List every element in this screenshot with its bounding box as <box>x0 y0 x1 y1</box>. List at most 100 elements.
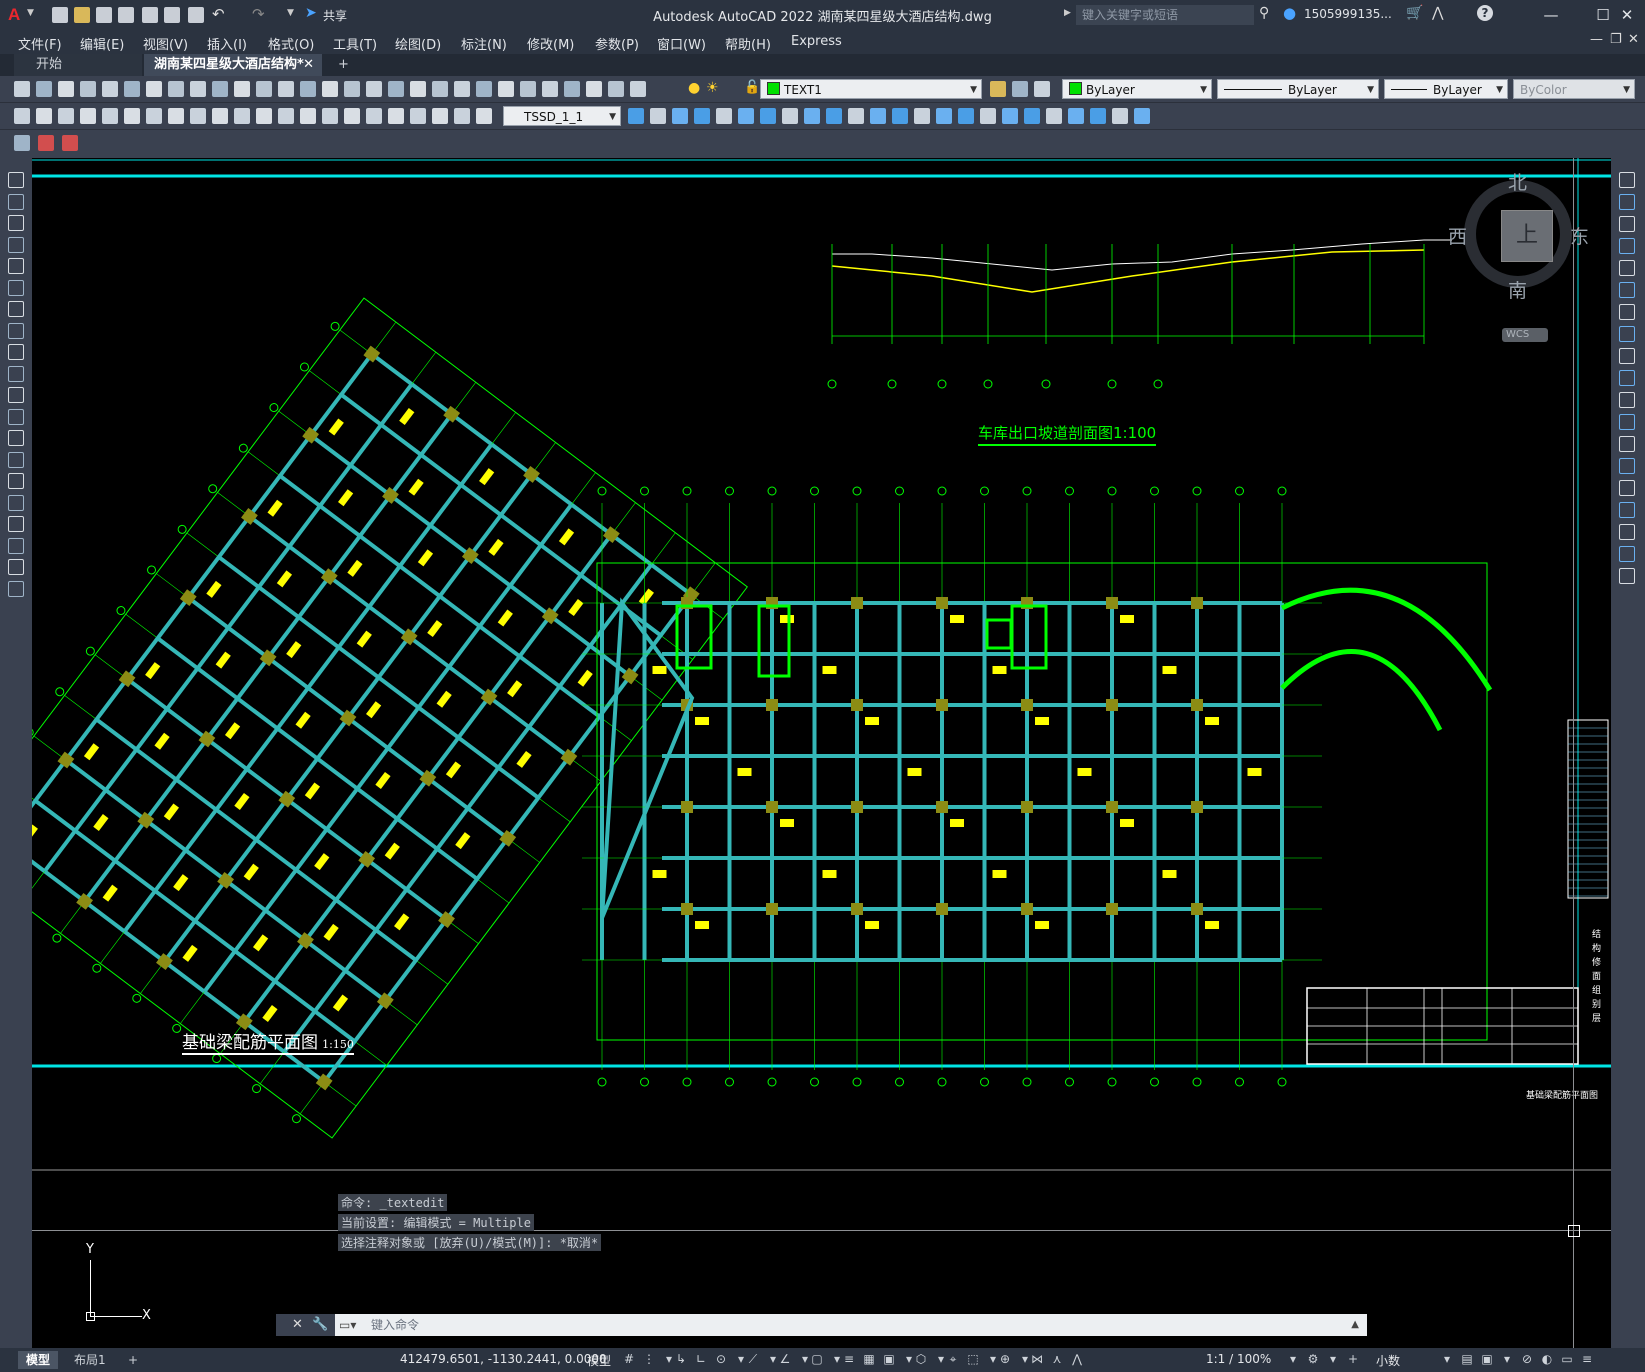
modify-tool-icon[interactable] <box>1619 524 1635 540</box>
dimstyle-dropdown[interactable]: TSSD_1_1 ▼ <box>503 106 621 126</box>
status-toggle-icon[interactable]: ≡ <box>842 1352 856 1366</box>
status-toggle-icon[interactable]: ⋈ <box>1030 1352 1044 1366</box>
draw-tool-icon[interactable] <box>8 516 24 532</box>
draw-tool-icon[interactable] <box>8 580 24 597</box>
standard-tool-icon[interactable] <box>212 81 228 97</box>
lineweight-dropdown[interactable]: ByLayer ▼ <box>1384 79 1508 99</box>
modify-tool-icon[interactable] <box>650 108 666 124</box>
user-name[interactable]: 1505999135... <box>1304 7 1392 21</box>
dimension-tool-icon[interactable] <box>432 108 448 124</box>
dimension-tool-icon[interactable] <box>146 108 162 124</box>
modify-tool-icon[interactable] <box>1619 216 1635 232</box>
standard-tool-icon[interactable] <box>58 81 74 97</box>
dimension-tool-icon[interactable] <box>234 108 250 124</box>
menu-tools[interactable]: 工具(T) <box>333 34 377 53</box>
standard-tool-icon[interactable] <box>278 81 294 97</box>
modify-tool-icon[interactable] <box>1619 502 1635 518</box>
viewcube-south[interactable]: 南 <box>1508 276 1527 303</box>
menu-parametric[interactable]: 参数(P) <box>595 34 639 53</box>
draw-tool-icon[interactable] <box>8 279 24 296</box>
menu-format[interactable]: 格式(O) <box>268 34 314 53</box>
menu-help[interactable]: 帮助(H) <box>725 34 771 53</box>
dimension-tool-icon[interactable] <box>410 108 426 124</box>
standard-tool-icon[interactable] <box>102 81 118 97</box>
status-toggle-icon[interactable]: ▣ <box>1480 1352 1494 1366</box>
modify-tool-icon[interactable] <box>1112 108 1128 124</box>
annotation-scale[interactable]: 1:1 / 100% <box>1206 1352 1271 1366</box>
plotstyle-dropdown[interactable]: ByColor ▼ <box>1513 79 1635 99</box>
dimension-tool-icon[interactable] <box>256 108 272 124</box>
draw-tool-icon[interactable] <box>8 258 24 274</box>
menu-file[interactable]: 文件(F) <box>18 34 62 53</box>
layer-tool-icon[interactable] <box>1012 81 1028 97</box>
search-expand-icon[interactable]: ▶ <box>1064 8 1071 18</box>
draw-tool-icon[interactable] <box>8 408 24 425</box>
modify-tool-icon[interactable] <box>1046 108 1062 124</box>
standard-tool-icon[interactable] <box>80 81 96 97</box>
draw-tool-icon[interactable] <box>8 193 24 210</box>
standard-tool-icon[interactable] <box>190 81 206 97</box>
status-toggle-icon[interactable]: ∟ <box>694 1352 708 1366</box>
dimension-tool-icon[interactable] <box>80 108 96 124</box>
modify-tool-icon[interactable] <box>782 108 798 124</box>
modify-tool-icon[interactable] <box>1619 326 1635 342</box>
layer-lock-icon[interactable]: 🔓 <box>744 80 760 95</box>
status-toggle-icon[interactable]: ⚙ <box>1306 1352 1320 1366</box>
standard-tool-icon[interactable] <box>256 81 272 97</box>
draw-tool-icon[interactable] <box>8 236 24 253</box>
standard-tool-icon[interactable] <box>608 81 624 97</box>
layer-tool-icon[interactable] <box>1034 81 1050 97</box>
model-space-button[interactable]: 模型 <box>587 1352 611 1369</box>
tab-layout1[interactable]: 布局1 <box>66 1351 114 1369</box>
menu-express[interactable]: Express <box>791 34 842 49</box>
draw-tool-icon[interactable] <box>8 559 24 575</box>
dimension-tool-icon[interactable] <box>102 108 118 124</box>
viewcube-top-face[interactable]: 上 <box>1501 210 1553 262</box>
modify-tool-icon[interactable] <box>1068 108 1084 124</box>
dimension-tool-icon[interactable] <box>168 108 184 124</box>
layer-on-icon[interactable]: ● <box>688 80 700 96</box>
status-toggle-icon[interactable]: ⋀ <box>1070 1352 1084 1366</box>
standard-tool-icon[interactable] <box>630 81 646 97</box>
units-readout[interactable]: 小数 <box>1376 1352 1400 1369</box>
modify-tool-icon[interactable] <box>1619 392 1635 408</box>
dimension-tool-icon[interactable] <box>476 108 492 124</box>
status-toggle-icon[interactable]: ▭ <box>1560 1352 1574 1366</box>
menu-view[interactable]: 视图(V) <box>143 34 188 53</box>
dimension-tool-icon[interactable] <box>14 108 30 124</box>
modify-tool-icon[interactable] <box>1619 568 1635 584</box>
status-toggle-icon[interactable]: ▢ <box>810 1352 824 1366</box>
dimension-tool-icon[interactable] <box>388 108 404 124</box>
command-prompt-icon[interactable]: ▭▾ <box>339 1314 356 1336</box>
draw-tool-icon[interactable] <box>8 322 24 339</box>
modify-tool-icon[interactable] <box>760 108 776 124</box>
command-customize-icon[interactable]: 🔧 <box>312 1317 328 1332</box>
doc-minimize-button[interactable]: — <box>1590 32 1603 47</box>
draw-tool-icon[interactable] <box>8 344 24 360</box>
status-toggle-icon[interactable]: ⊙ <box>714 1352 728 1366</box>
standard-tool-icon[interactable] <box>564 81 580 97</box>
draw-tool-icon[interactable] <box>8 215 24 231</box>
menu-insert[interactable]: 插入(I) <box>207 34 247 53</box>
modify-tool-icon[interactable] <box>738 108 754 124</box>
modify-tool-icon[interactable] <box>1619 480 1635 496</box>
layer-freeze-icon[interactable]: ☀ <box>706 80 719 96</box>
command-close-icon[interactable]: ✕ <box>292 1317 303 1332</box>
dimension-tool-icon[interactable] <box>322 108 338 124</box>
viewcube-north[interactable]: 北 <box>1508 168 1527 195</box>
status-toggle-icon[interactable]: ▣ <box>882 1352 896 1366</box>
modify-tool-icon[interactable] <box>1619 304 1635 320</box>
status-toggle-icon[interactable]: + <box>1346 1352 1360 1366</box>
layer-tool-icon[interactable] <box>990 81 1006 97</box>
status-toggle-icon[interactable]: ≡ <box>1580 1352 1594 1366</box>
draw-tool-icon[interactable] <box>8 451 24 468</box>
status-toggle-icon[interactable]: ⊕ <box>998 1352 1012 1366</box>
modify-tool-icon[interactable] <box>1619 436 1635 452</box>
maximize-button[interactable]: ☐ <box>1592 4 1614 26</box>
cart-icon[interactable]: 🛒 <box>1406 5 1423 21</box>
standard-tool-icon[interactable] <box>234 81 250 97</box>
standard-tool-icon[interactable] <box>476 81 492 97</box>
modify-tool-icon[interactable] <box>694 108 710 124</box>
layer-state-icon[interactable] <box>62 135 78 151</box>
tab-start[interactable]: 开始 <box>14 54 142 76</box>
